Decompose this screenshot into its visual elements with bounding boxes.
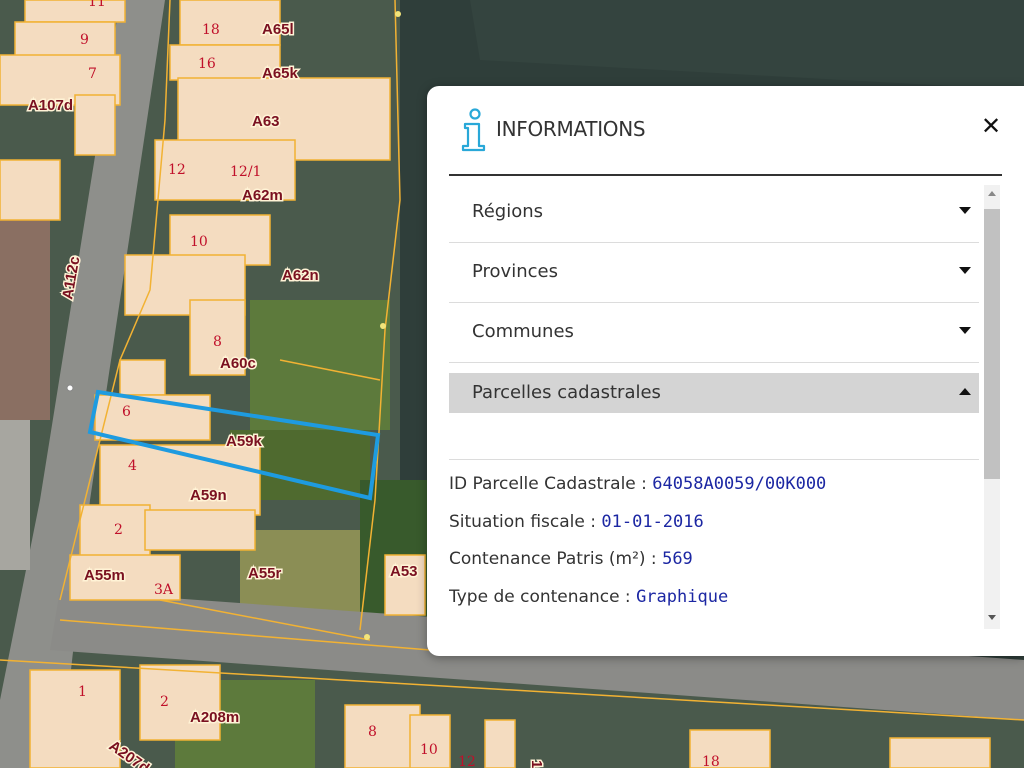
information-panel: INFORMATIONS ✕ Régions Provinces Commune… xyxy=(427,86,1024,656)
panel-header: INFORMATIONS ✕ xyxy=(449,86,1002,176)
house-number: 11 xyxy=(88,0,106,10)
parcel-label: A65l xyxy=(262,21,294,38)
house-number: 7 xyxy=(88,66,97,82)
panel-scroll-area[interactable]: Régions Provinces Communes Parcelles cad… xyxy=(449,183,979,633)
detail-value: 01-01-2016 xyxy=(601,511,704,532)
parcel-label: A63 xyxy=(252,113,280,130)
detail-key: Contenance Patris (m²) : xyxy=(449,549,663,569)
parcel-label: A62n xyxy=(282,267,319,284)
house-number: 8 xyxy=(368,724,377,740)
house-number: 10 xyxy=(420,742,438,758)
panel-title: INFORMATIONS xyxy=(496,117,646,141)
caret-down-icon[interactable] xyxy=(959,327,971,334)
parcel-label: A65k xyxy=(262,65,299,82)
detail-value: 64058A0059/00K000 xyxy=(652,474,827,494)
scroll-up-icon[interactable] xyxy=(988,191,996,196)
house-number: 8 xyxy=(213,334,222,350)
detail-row-type: Type de contenance : Graphique xyxy=(449,587,979,625)
scrollbar-thumb[interactable] xyxy=(984,209,1000,479)
accordion-label: Provinces xyxy=(472,261,558,282)
house-number: 12 xyxy=(168,162,186,178)
house-number: 10 xyxy=(190,234,208,250)
house-number: 1 xyxy=(78,684,87,700)
caret-down-icon[interactable] xyxy=(959,207,971,214)
parcel-label: A62m xyxy=(242,187,283,204)
parcel-details: ID Parcelle Cadastrale : 64058A0059/00K0… xyxy=(449,460,979,624)
parcel-label: A107d xyxy=(28,97,73,114)
parcel-label: A208m xyxy=(190,709,239,726)
accordion-label: Parcelles cadastrales xyxy=(472,382,661,403)
house-number: 12 xyxy=(458,754,476,768)
house-number: 2 xyxy=(160,694,169,710)
parcel-label: A60c xyxy=(220,355,256,372)
accordion-regions[interactable]: Régions xyxy=(449,183,979,243)
parcel-label: A59k xyxy=(226,433,263,450)
detail-key: ID Parcelle Cadastrale : xyxy=(449,474,653,494)
house-number: 18 xyxy=(702,754,720,768)
house-number: 2 xyxy=(114,522,123,538)
house-number: 16 xyxy=(198,56,216,72)
house-number: 9 xyxy=(80,32,89,48)
accordion-communes[interactable]: Communes xyxy=(449,303,979,363)
scrollbar[interactable] xyxy=(984,185,1000,629)
details-separator xyxy=(449,413,979,460)
house-number: 4 xyxy=(128,458,137,474)
accordion-label: Communes xyxy=(472,321,574,342)
caret-up-icon[interactable] xyxy=(959,388,971,395)
detail-key: Type de contenance : xyxy=(449,586,637,607)
parcel-label: A59n xyxy=(190,487,227,504)
detail-row-id: ID Parcelle Cadastrale : 64058A0059/00K0… xyxy=(449,474,979,512)
parcel-label: A55r xyxy=(248,565,282,582)
detail-value: 569 xyxy=(662,549,693,569)
detail-key: Situation fiscale : xyxy=(449,511,602,532)
scroll-down-icon[interactable] xyxy=(988,615,996,620)
parcel-label: A53 xyxy=(390,563,418,580)
house-number: 3A xyxy=(154,582,174,598)
accordion-provinces[interactable]: Provinces xyxy=(449,243,979,303)
house-number: 12/1 xyxy=(230,164,261,180)
accordion-parcelles-cadastrales[interactable]: Parcelles cadastrales xyxy=(449,373,979,413)
parcel-label: 10l xyxy=(528,760,545,768)
detail-row-contenance: Contenance Patris (m²) : 569 xyxy=(449,549,979,587)
caret-down-icon[interactable] xyxy=(959,267,971,274)
info-icon xyxy=(461,108,486,152)
parcel-label: A55m xyxy=(84,567,125,584)
house-number: 18 xyxy=(202,22,220,38)
accordion-label: Régions xyxy=(472,201,543,222)
close-icon[interactable]: ✕ xyxy=(980,114,1002,138)
house-number: 6 xyxy=(122,404,131,420)
detail-row-situation: Situation fiscale : 01-01-2016 xyxy=(449,512,979,550)
detail-value: Graphique xyxy=(636,586,729,607)
